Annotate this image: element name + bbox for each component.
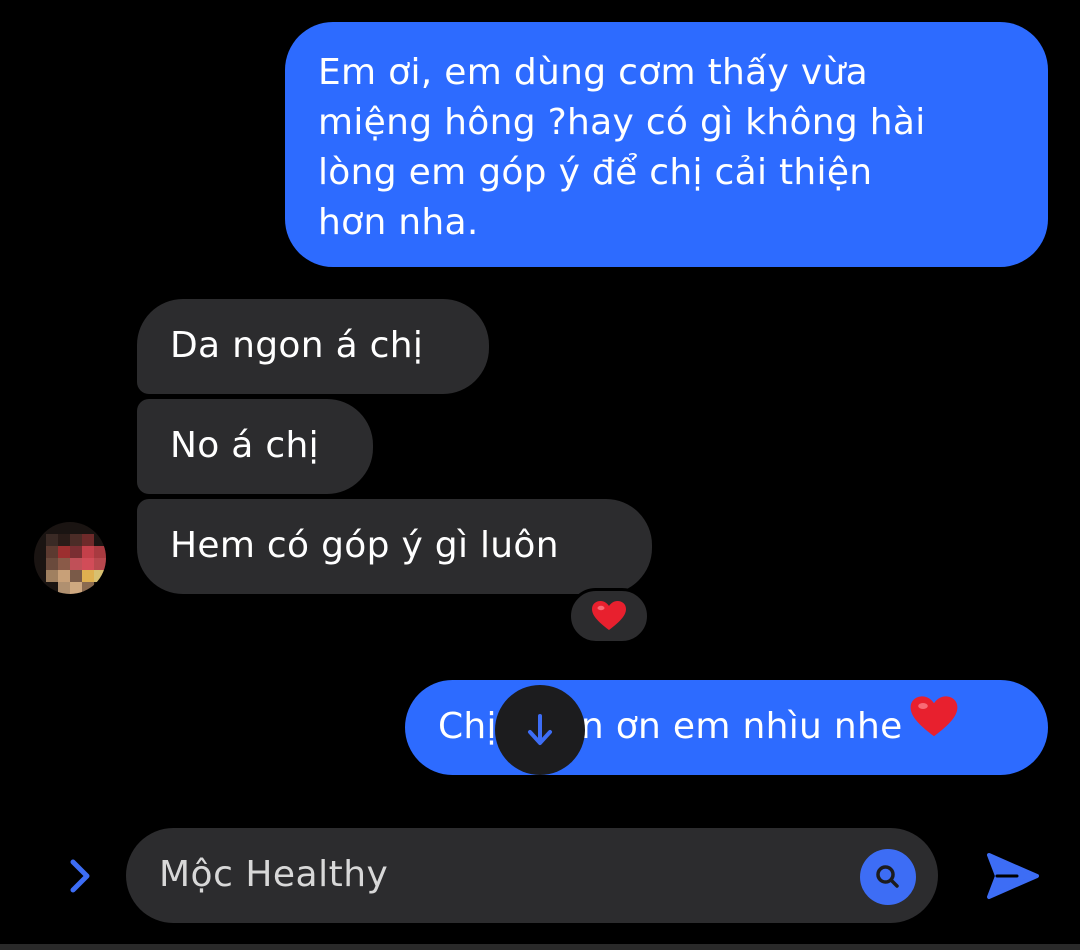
- message-input[interactable]: Mộc Healthy: [126, 828, 938, 923]
- chevron-right-icon: [70, 859, 90, 893]
- incoming-message[interactable]: Hem có góp ý gì luôn: [137, 499, 652, 594]
- arrow-down-icon: [528, 714, 552, 745]
- scroll-to-bottom-button[interactable]: [495, 685, 585, 775]
- chat-screen: Em ơi, em dùng cơm thấy vừa miệng hông ?…: [0, 0, 1080, 950]
- message-reaction[interactable]: [568, 588, 650, 644]
- avatar[interactable]: [34, 522, 106, 594]
- incoming-message[interactable]: Da ngon á chị: [137, 299, 489, 394]
- heart-icon: [592, 601, 626, 630]
- expand-actions-button[interactable]: [60, 852, 100, 900]
- heart-icon: [909, 695, 959, 753]
- message-text-end: n ơn em nhìu nhe: [580, 706, 903, 747]
- search-button[interactable]: [860, 849, 916, 905]
- search-icon: [876, 865, 899, 888]
- send-icon: [987, 853, 1039, 899]
- send-button[interactable]: [980, 846, 1046, 906]
- message-input-text: Mộc Healthy: [159, 854, 389, 895]
- divider: [0, 944, 1080, 950]
- incoming-message[interactable]: No á chị: [137, 399, 373, 494]
- outgoing-message[interactable]: Em ơi, em dùng cơm thấy vừa miệng hông ?…: [285, 22, 1048, 267]
- message-text-start: Chị: [438, 706, 497, 747]
